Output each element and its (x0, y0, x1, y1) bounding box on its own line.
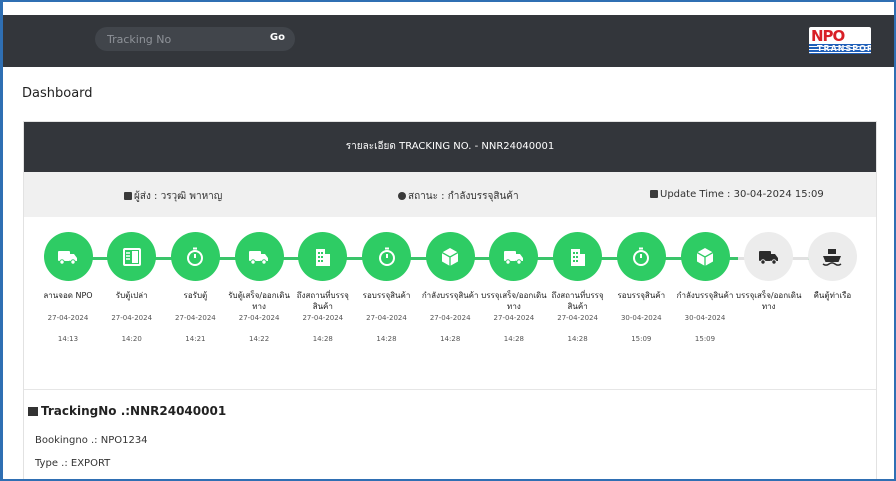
step-time: 14:22 (249, 335, 270, 343)
building-icon (298, 232, 348, 281)
card-title: รายละเอียด TRACKING NO. - NNR24040001 (24, 122, 876, 172)
status-text: สถานะ : กำลังบรรจุสินค้า (408, 191, 519, 202)
step-time: 14:20 (121, 335, 142, 343)
sender-info: ผู้ส่ง : วรวุฒิ พาหาญ (124, 189, 222, 204)
timeline-step: รอบรรจุสินค้า 27-04-2024 14:28 (351, 232, 423, 343)
step-label: ลานจอด NPO (43, 291, 93, 300)
step-label: ถึงสถานที่บรรจุสินค้า (551, 291, 604, 311)
top-navbar: Go NPO TRANSPORT (3, 15, 894, 67)
timer-icon (170, 232, 220, 281)
timeline-step: รอบรรจุสินค้า 30-04-2024 15:09 (605, 232, 677, 343)
status-info: สถานะ : กำลังบรรจุสินค้า (398, 189, 519, 204)
timeline-step: กำลังบรรจุสินค้า 27-04-2024 14:28 (414, 232, 486, 343)
top-strip (3, 2, 894, 15)
box-icon (425, 232, 475, 281)
timer-icon (616, 232, 666, 281)
timeline-step: บรรจุเสร็จ/ออกเดินทาง 27-04-2024 14:28 (478, 232, 550, 343)
step-label: บรรจุเสร็จ/ออกเดินทาง (735, 291, 802, 311)
step-date: 27-04-2024 (557, 314, 598, 322)
tracking-search-input[interactable] (107, 31, 257, 47)
timeline-step: คืนตู้ท่าเรือ (796, 232, 868, 325)
logo-sub-text: TRANSPORT (817, 44, 871, 53)
timeline-step: บรรจุเสร็จ/ออกเดินทาง (733, 232, 805, 325)
npo-logo[interactable]: NPO TRANSPORT (809, 27, 871, 54)
update-time-text: Update Time : 30-04-2024 15:09 (660, 189, 824, 200)
truck-icon (234, 232, 284, 281)
timeline-step: ถึงสถานที่บรรจุสินค้า 27-04-2024 14:28 (287, 232, 359, 343)
tracking-card: รายละเอียด TRACKING NO. - NNR24040001 ผู… (23, 121, 877, 479)
building-icon (553, 232, 603, 281)
step-date: 27-04-2024 (111, 314, 153, 322)
logo-brand-text: NPO (811, 27, 845, 45)
step-label: บรรจุเสร็จ/ออกเดินทาง (481, 291, 547, 311)
sender-text: ผู้ส่ง : วรวุฒิ พาหาญ (134, 191, 223, 202)
timeline-step: กำลังบรรจุสินค้า 30-04-2024 15:09 (669, 232, 741, 343)
step-date: 27-04-2024 (238, 314, 280, 322)
update-time-info: Update Time : 30-04-2024 15:09 (650, 189, 824, 200)
timeline-step: ลานจอด NPO 27-04-2024 14:13 (32, 232, 104, 343)
step-date: 27-04-2024 (429, 314, 471, 322)
list-icon (28, 407, 38, 416)
step-label: รับตู้เสร็จ/ออกเดินทาง (228, 291, 290, 311)
truck-icon (43, 232, 93, 281)
timer-icon (362, 232, 411, 281)
user-icon (124, 192, 132, 200)
step-date: 30-04-2024 (620, 314, 662, 322)
timeline-step: รับตู้เปล่า 27-04-2024 14:20 (96, 232, 168, 343)
timeline-step: รับตู้เสร็จ/ออกเดินทาง 27-04-2024 14:22 (223, 232, 295, 343)
truck-icon (744, 232, 794, 281)
step-time: 14:28 (440, 335, 461, 343)
step-label: รับตู้เปล่า (115, 291, 148, 300)
shipment-type: Type .: EXPORT (35, 458, 111, 469)
step-time: 14:28 (503, 335, 524, 343)
step-date: 27-04-2024 (493, 314, 535, 322)
step-time: 14:28 (312, 335, 333, 343)
page-title: Dashboard (22, 86, 93, 101)
step-label: คืนตู้ท่าเรือ (813, 291, 852, 300)
step-date: 27-04-2024 (47, 314, 89, 322)
step-time: 15:09 (694, 335, 716, 343)
timeline-step: รอรับตู้ 27-04-2024 14:21 (159, 232, 231, 343)
step-time: 14:13 (57, 335, 79, 343)
step-time: 14:21 (185, 335, 206, 343)
step-label: กำลังบรรจุสินค้า (421, 291, 479, 300)
step-time: 14:28 (567, 335, 588, 343)
step-date: 27-04-2024 (366, 314, 407, 322)
ship-icon (807, 232, 857, 281)
tracking-search-box: Go (95, 27, 295, 51)
container-icon (107, 232, 157, 281)
step-time: 15:09 (631, 335, 652, 343)
step-date: 30-04-2024 (684, 314, 726, 322)
step-time: 14:28 (376, 335, 397, 343)
step-label: รอรับตู้ (183, 291, 208, 300)
step-label: ถึงสถานที่บรรจุสินค้า (296, 291, 349, 311)
calendar-icon (650, 190, 658, 198)
database-icon (398, 192, 406, 200)
step-label: รอบรรจุสินค้า (362, 291, 411, 300)
step-label: รอบรรจุสินค้า (617, 291, 666, 300)
details-tracking-no: TrackingNo .:NNR24040001 (28, 404, 226, 418)
step-label: กำลังบรรจุสินค้า (676, 291, 734, 300)
info-row: ผู้ส่ง : วรวุฒิ พาหาญ สถานะ : กำลังบรรจุ… (24, 172, 876, 217)
go-button[interactable]: Go (270, 32, 285, 43)
step-date: 27-04-2024 (302, 314, 344, 322)
box-icon (680, 232, 730, 281)
tracking-no-text: TrackingNo .:NNR24040001 (41, 404, 227, 418)
booking-no: Bookingno .: NPO1234 (35, 435, 148, 446)
tracking-timeline: ลานจอด NPO 27-04-2024 14:13 รับตู้เปล่า 27-0… (24, 217, 876, 390)
browser-frame: Go NPO TRANSPORT Dashboard รายละเอียด TR… (0, 0, 896, 481)
truck-icon (489, 232, 539, 281)
step-date: 27-04-2024 (175, 314, 216, 322)
timeline-step: ถึงสถานที่บรรจุสินค้า 27-04-2024 14:28 (542, 232, 614, 343)
